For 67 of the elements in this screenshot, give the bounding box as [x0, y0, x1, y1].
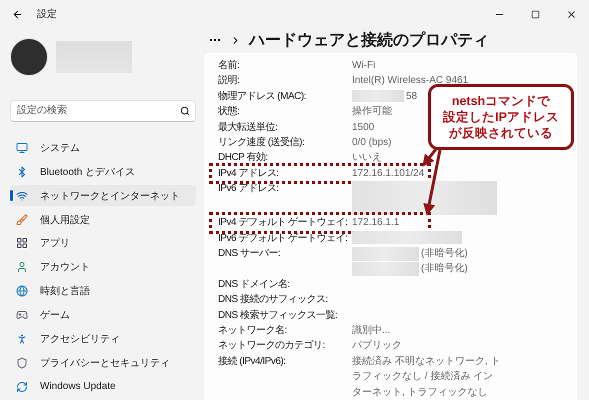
nav-item[interactable]: システム: [10, 138, 196, 158]
property-label: DNS サーバー:: [218, 246, 282, 261]
nav-item[interactable]: ゲーム: [10, 304, 196, 326]
property-label: DHCP 有効:: [218, 150, 269, 166]
property-value: 58: [406, 90, 418, 104]
blurred-value: [352, 246, 419, 261]
monitor-icon: [16, 142, 28, 154]
apps-grid-icon: [16, 237, 28, 250]
property-value: 操作可能: [352, 104, 392, 120]
search-icon[interactable]: [180, 106, 190, 116]
avatar-circle: [10, 38, 48, 76]
property-label: 接続 (IPv4/IPv6):: [218, 354, 287, 369]
nav-item[interactable]: 時刻と言語: [10, 280, 196, 302]
person-icon: [16, 261, 28, 274]
search-field[interactable]: 設定の検索: [10, 100, 196, 122]
property-label: 説明:: [218, 74, 240, 88]
nav-item[interactable]: Bluetooth とデバイス: [10, 161, 196, 182]
property-label: DNS ドメイン名:: [218, 278, 291, 292]
property-value: 172.16.1.101/24: [352, 166, 424, 181]
property-value: 接続済み 不明なネットワーク, トラフィックなし / 接続済み インターネット, トラフィックなし: [352, 354, 502, 400]
brush-icon: [16, 214, 28, 226]
person-icon: [16, 332, 28, 345]
globe-icon: [16, 285, 28, 298]
property-value: パブリック: [352, 338, 402, 354]
blurred-value: [352, 262, 419, 276]
property-label: 状態:: [218, 104, 240, 120]
property-label: DNS 検索サフィックス一覧:: [218, 308, 338, 323]
gamepad-icon: [16, 309, 28, 322]
property-label: IPv6 デフォルト ゲートウェイ:: [218, 232, 348, 246]
property-label: リンク速度 (送受信):: [218, 136, 306, 150]
callout-text: netshコマンドで: [452, 93, 550, 109]
nav-item[interactable]: 個人用設定: [10, 209, 196, 230]
property-value: Intel(R) Wireless-AC 9461: [352, 74, 468, 88]
maximize-icon: [530, 10, 540, 18]
property-value: いいえ: [352, 151, 382, 166]
nav-item[interactable]: Windows Update: [10, 376, 196, 398]
property-label: DNS 接続のサフィックス:: [218, 292, 329, 308]
property-label: 物理アドレス (MAC):: [218, 90, 307, 104]
property-label: ネットワークのカテゴリ:: [218, 339, 326, 354]
callout-text: が反映されている: [449, 125, 553, 141]
property-label: IPv4 アドレス:: [218, 166, 280, 181]
callout-text: 設定したIPアドレス: [443, 109, 559, 125]
window-title: 設定: [37, 8, 58, 21]
property-label: ネットワーク名:: [218, 324, 288, 338]
update-icon: [16, 380, 28, 393]
back-arrow-icon[interactable]: [12, 8, 23, 20]
property-value: 識別中...: [352, 324, 390, 338]
property-value: 172.16.1.1: [352, 216, 400, 230]
property-value: (非暗号化): [421, 246, 468, 261]
property-label: 最大転送単位:: [218, 120, 278, 134]
nav-item[interactable]: プライバシーとセキュリティ: [10, 352, 196, 374]
nav-item[interactable]: ネットワークとインターネット: [10, 185, 196, 206]
property-label: IPv6 アドレス:: [218, 182, 280, 196]
bluetooth-icon: [16, 166, 28, 178]
property-value: 1500: [352, 120, 374, 134]
nav-item[interactable]: アプリ: [10, 233, 196, 254]
shield-icon: [16, 356, 28, 369]
page-title: ハードウェアと接続のプロパティ: [249, 30, 489, 51]
property-value: 0/0 (bps): [352, 136, 392, 150]
blurred-value: [352, 90, 404, 102]
property-label: IPv4 デフォルト ゲートウェイ:: [218, 216, 348, 230]
nav-item[interactable]: アカウント: [10, 256, 196, 278]
nav-item[interactable]: アクセシビリティ: [10, 328, 196, 350]
property-value: Wi-Fi: [352, 58, 376, 73]
property-value: (非暗号化): [421, 262, 468, 276]
property-label: 名前:: [218, 58, 240, 73]
close-icon: [566, 8, 576, 20]
